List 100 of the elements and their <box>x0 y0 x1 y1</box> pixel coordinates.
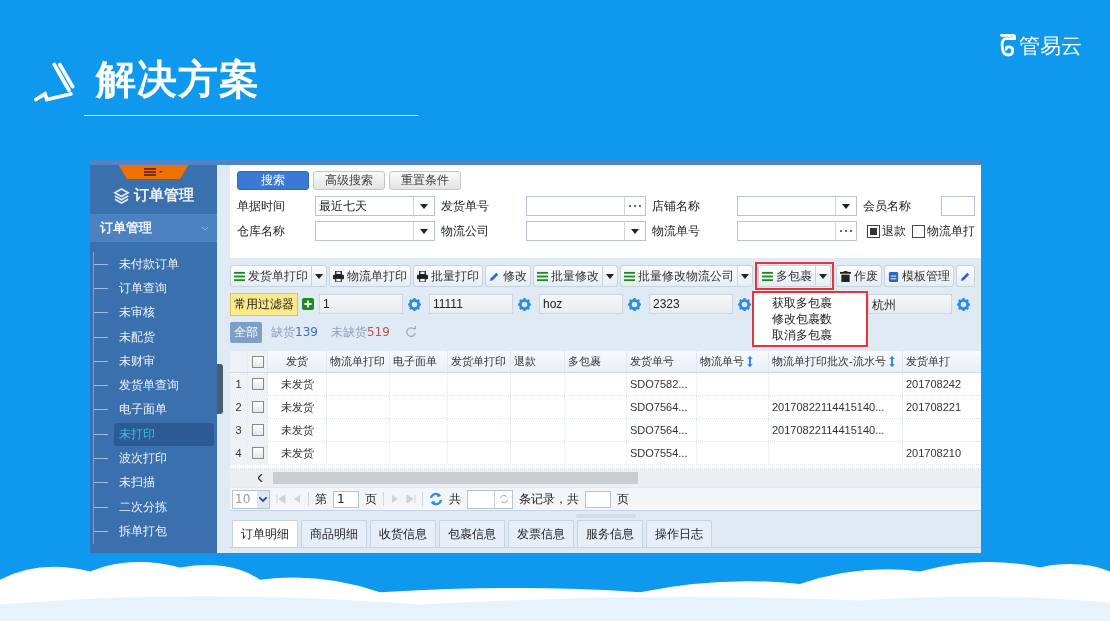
select-field[interactable] <box>737 196 857 216</box>
slide-title: 解决方案 <box>96 54 260 104</box>
input-field[interactable] <box>526 196 646 216</box>
caret-icon <box>741 273 749 279</box>
filter-label[interactable]: 常用过滤器 <box>230 292 298 316</box>
filter-field[interactable]: 2323 <box>649 294 733 314</box>
menu-item[interactable]: 修改包裹数 <box>754 311 866 327</box>
sidebar-item[interactable]: 发货单查询 <box>114 374 214 398</box>
column-header[interactable]: 电子面单 <box>390 351 448 372</box>
sidebar-item[interactable]: 电子面单 <box>114 398 214 422</box>
column-header[interactable]: 发货单打印 <box>448 351 511 372</box>
toolbar-button[interactable]: 批量修改 <box>533 265 603 287</box>
detail-tab[interactable]: 商品明细 <box>301 520 367 547</box>
collapse-handle[interactable] <box>217 364 223 414</box>
settings-icon[interactable] <box>738 297 751 311</box>
input-field[interactable] <box>941 196 975 216</box>
search-button[interactable]: 高级搜索 <box>313 171 385 190</box>
add-icon[interactable] <box>302 298 314 310</box>
toolbar-button[interactable]: 模板管理 <box>884 265 954 287</box>
detail-tab[interactable]: 订单明细 <box>232 520 298 547</box>
toolbar-button[interactable]: 批量修改物流公司 <box>620 265 738 287</box>
filter-field[interactable]: 11111 <box>429 294 513 314</box>
dropdown-button[interactable] <box>738 265 753 287</box>
field-label: 发货单号 <box>441 197 490 215</box>
printer-icon <box>417 270 428 282</box>
status-tab[interactable]: 缺货139 <box>267 321 322 343</box>
sidebar-item[interactable]: 未扫描 <box>114 471 214 495</box>
sidebar-item[interactable]: 订单查询 <box>114 276 214 300</box>
toolbar-button[interactable]: 作废 <box>836 265 882 287</box>
menu-item[interactable]: 获取多包裹 <box>754 295 866 311</box>
sidebar-item[interactable]: 波次打印 <box>114 447 214 470</box>
detail-tab[interactable]: 发票信息 <box>508 520 574 547</box>
detail-tab[interactable]: 操作日志 <box>646 520 712 547</box>
dropdown-button[interactable] <box>816 265 831 287</box>
select-field[interactable] <box>526 221 646 241</box>
detail-tab[interactable]: 包裹信息 <box>439 520 505 547</box>
settings-icon[interactable] <box>518 297 531 311</box>
toolbar-button[interactable]: 批量打印 <box>413 265 483 287</box>
refresh-icon[interactable] <box>404 326 417 338</box>
scrollbar-thumb[interactable] <box>273 472 638 484</box>
sidebar-item[interactable]: 拆单打包 <box>114 519 214 543</box>
refresh-icon[interactable] <box>429 492 443 506</box>
dropdown-button[interactable] <box>312 265 327 287</box>
checkbox[interactable] <box>912 224 925 238</box>
checkbox[interactable] <box>867 224 880 238</box>
trash-icon <box>840 270 851 282</box>
row-checkbox[interactable] <box>251 401 264 413</box>
column-header[interactable]: 发货 <box>268 351 327 372</box>
column-header[interactable]: 物流单打印批次-流水号 <box>769 351 903 372</box>
filter-field[interactable]: hoz <box>539 294 623 314</box>
row-checkbox[interactable] <box>251 378 264 390</box>
settings-icon[interactable] <box>408 297 421 311</box>
select-field[interactable]: 最近七天 <box>315 196 435 216</box>
section-header[interactable]: 订单管理 <box>90 214 217 242</box>
refresh-icon[interactable] <box>498 494 509 504</box>
status-tab[interactable]: 未缺货519 <box>326 321 394 343</box>
settings-icon[interactable] <box>628 297 641 311</box>
column-header[interactable]: 物流单打印 <box>327 351 390 372</box>
scroll-left-icon[interactable] <box>258 474 263 482</box>
list-icon <box>234 270 245 282</box>
search-button[interactable]: 重置条件 <box>389 171 461 190</box>
table-cell: 未发货 <box>280 445 314 461</box>
filter-field[interactable]: 1 <box>319 294 403 314</box>
table-cell: SDO7564... <box>630 424 688 436</box>
input-field[interactable] <box>737 221 857 241</box>
row-number: 2 <box>230 396 248 418</box>
column-header[interactable]: 物流单号 <box>697 351 769 372</box>
toolbar-button[interactable]: 发货单打印 <box>230 265 312 287</box>
select-field[interactable] <box>315 221 435 241</box>
page-input[interactable]: 1 <box>333 490 359 508</box>
logo-text: 管易云 <box>1019 33 1082 60</box>
column-header[interactable]: 发货单打 <box>903 351 981 372</box>
pager-text: 共 <box>449 490 461 508</box>
row-checkbox[interactable] <box>251 424 264 436</box>
settings-icon[interactable] <box>957 297 970 311</box>
sidebar-item[interactable]: 未付款订单 <box>114 252 214 276</box>
row-checkbox[interactable] <box>251 447 264 459</box>
dropdown-button[interactable] <box>603 265 618 287</box>
column-header[interactable]: 多包裹 <box>565 351 627 372</box>
sidebar-item[interactable]: 未配货 <box>114 325 214 349</box>
field-label: 单据时间 <box>237 197 286 215</box>
toolbar-button[interactable]: 物流单打印 <box>329 265 411 287</box>
toolbar-button[interactable]: 修改 <box>485 265 531 287</box>
toolbar-button[interactable] <box>956 265 975 287</box>
pager-text: 条记录，共 <box>519 490 579 508</box>
filter-field[interactable]: 杭州 <box>868 294 952 314</box>
list-icon <box>624 270 635 282</box>
toolbar-button[interactable]: 多包裹 <box>758 265 816 287</box>
column-header[interactable]: 发货单号 <box>627 351 697 372</box>
caret-icon <box>631 228 639 234</box>
detail-tab[interactable]: 收货信息 <box>370 520 436 547</box>
detail-tab[interactable]: 服务信息 <box>577 520 643 547</box>
search-button[interactable]: 搜索 <box>237 171 309 190</box>
menu-item[interactable]: 取消多包裹 <box>754 327 866 343</box>
chevron-icon <box>259 496 267 502</box>
sidebar-item[interactable]: 二次分拣 <box>114 495 214 519</box>
column-header[interactable]: 退款 <box>511 351 565 372</box>
sidebar-item[interactable]: 未审核 <box>114 301 214 325</box>
sidebar-item[interactable]: 未财审 <box>114 349 214 373</box>
select-all-checkbox[interactable] <box>251 355 264 368</box>
